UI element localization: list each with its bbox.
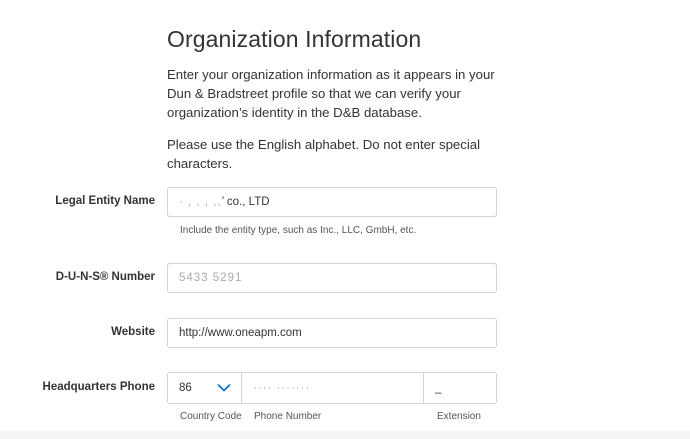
bottom-divider — [0, 431, 690, 439]
english-alphabet-note: Please use the English alphabet. Do not … — [167, 137, 481, 171]
country-code-select[interactable]: 86 — [167, 372, 242, 404]
extension-input[interactable]: _ — [423, 372, 497, 404]
extension-value: _ — [435, 382, 442, 394]
duns-label: D-U-N-S® Number — [55, 271, 155, 283]
duns-input[interactable]: 5433 5291 — [167, 263, 497, 293]
website-label: Website — [111, 326, 155, 338]
phone-number-input[interactable]: ···· ······· — [241, 372, 424, 404]
country-code-caption: Country Code — [180, 411, 242, 422]
extension-caption: Extension — [437, 411, 481, 422]
headquarters-phone-label: Headquarters Phone — [42, 381, 155, 393]
phone-number-caption: Phone Number — [254, 411, 322, 422]
page-title: Organization Information — [167, 26, 422, 52]
chevron-down-icon — [217, 384, 231, 392]
legal-entity-value-suffix: ’ co., LTD — [221, 196, 270, 208]
country-code-value: 86 — [179, 382, 192, 394]
phone-input-group: 86 ···· ······· _ — [167, 372, 497, 404]
legal-entity-hint: Include the entity type, such as Inc., L… — [180, 225, 417, 236]
website-input[interactable]: http://www.oneapm.com — [167, 318, 497, 348]
intro-paragraph: Enter your organization information as i… — [167, 67, 495, 120]
website-value: http://www.oneapm.com — [179, 327, 302, 339]
phone-number-redacted-value: ···· ······· — [253, 382, 311, 394]
legal-entity-label: Legal Entity Name — [55, 195, 155, 207]
duns-redacted-value: 5433 5291 — [179, 272, 243, 284]
organization-info-page: Organization Information Enter your orga… — [0, 0, 690, 439]
legal-entity-input[interactable]: · , , , ,,’ co., LTD — [167, 187, 497, 217]
legal-entity-redacted-value: · , , , ,, — [179, 196, 222, 208]
